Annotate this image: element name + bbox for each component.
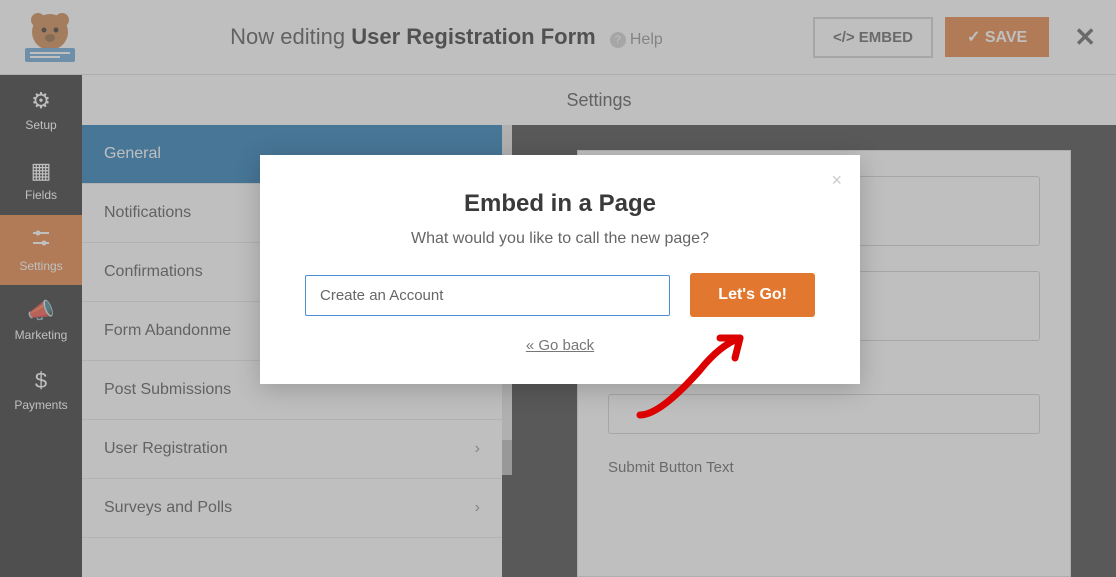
lets-go-button[interactable]: Let's Go! bbox=[690, 273, 815, 317]
embed-modal: × Embed in a Page What would you like to… bbox=[260, 155, 860, 384]
modal-close-icon[interactable]: × bbox=[831, 170, 842, 191]
go-back-link[interactable]: « Go back bbox=[305, 337, 815, 354]
modal-subtitle: What would you like to call the new page… bbox=[305, 230, 815, 248]
page-name-input[interactable] bbox=[305, 275, 670, 316]
modal-title: Embed in a Page bbox=[305, 190, 815, 218]
